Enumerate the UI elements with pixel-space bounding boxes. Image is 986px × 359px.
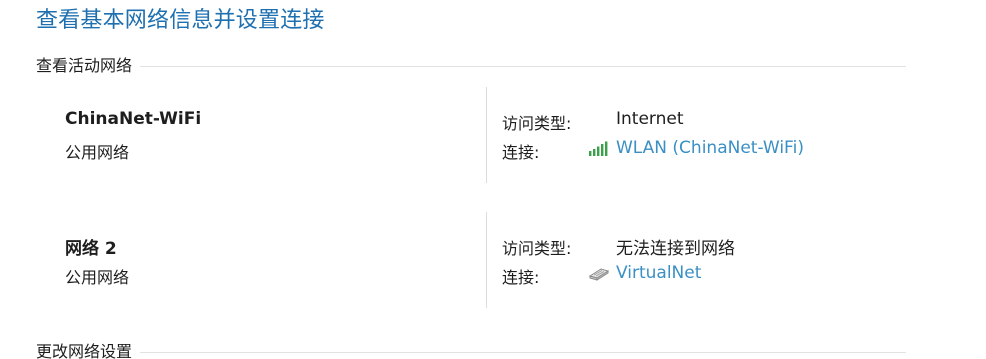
network-name: ChinaNet-WiFi	[65, 109, 202, 129]
section-label: 查看活动网络	[36, 56, 133, 75]
network-profile-type[interactable]: 公用网络	[65, 139, 129, 163]
access-type-value: Internet	[616, 109, 684, 129]
section-header-change-settings: 更改网络设置	[36, 339, 906, 359]
connection-link-text[interactable]: WLAN (ChinaNet-WiFi)	[616, 138, 804, 158]
connection-label: 连接:	[502, 143, 540, 162]
access-type-value: 无法连接到网络	[616, 239, 735, 259]
wifi-signal-icon	[588, 140, 610, 156]
network-profile-type[interactable]: 公用网络	[65, 264, 129, 288]
connection-link-virtualnet[interactable]: VirtualNet	[588, 263, 701, 283]
network-name: 网络 2	[65, 239, 117, 259]
connection-link-text[interactable]: VirtualNet	[616, 263, 701, 283]
access-type-label: 访问类型:	[502, 239, 572, 258]
connection-link-wlan[interactable]: WLAN (ChinaNet-WiFi)	[588, 138, 804, 158]
page-title: 查看基本网络信息并设置连接	[36, 8, 325, 33]
network-panel-chinanet-wifi: ChinaNet-WiFi 公用网络 访问类型: Internet 连接: WL…	[0, 87, 986, 183]
network-sharing-center: 查看基本网络信息并设置连接 查看活动网络 ChinaNet-WiFi 公用网络 …	[0, 0, 986, 359]
connection-label: 连接:	[502, 268, 540, 287]
vertical-divider	[486, 87, 487, 183]
section-divider	[140, 351, 906, 353]
vertical-divider	[486, 212, 487, 308]
network-panel-network-2: 网络 2 公用网络 访问类型: 无法连接到网络 连接: VirtualNet	[0, 212, 986, 308]
section-label: 更改网络设置	[36, 342, 133, 359]
access-type-label: 访问类型:	[502, 114, 572, 133]
ethernet-adapter-icon	[588, 265, 610, 281]
section-divider	[140, 65, 906, 67]
section-header-active-networks: 查看活动网络	[36, 53, 906, 75]
